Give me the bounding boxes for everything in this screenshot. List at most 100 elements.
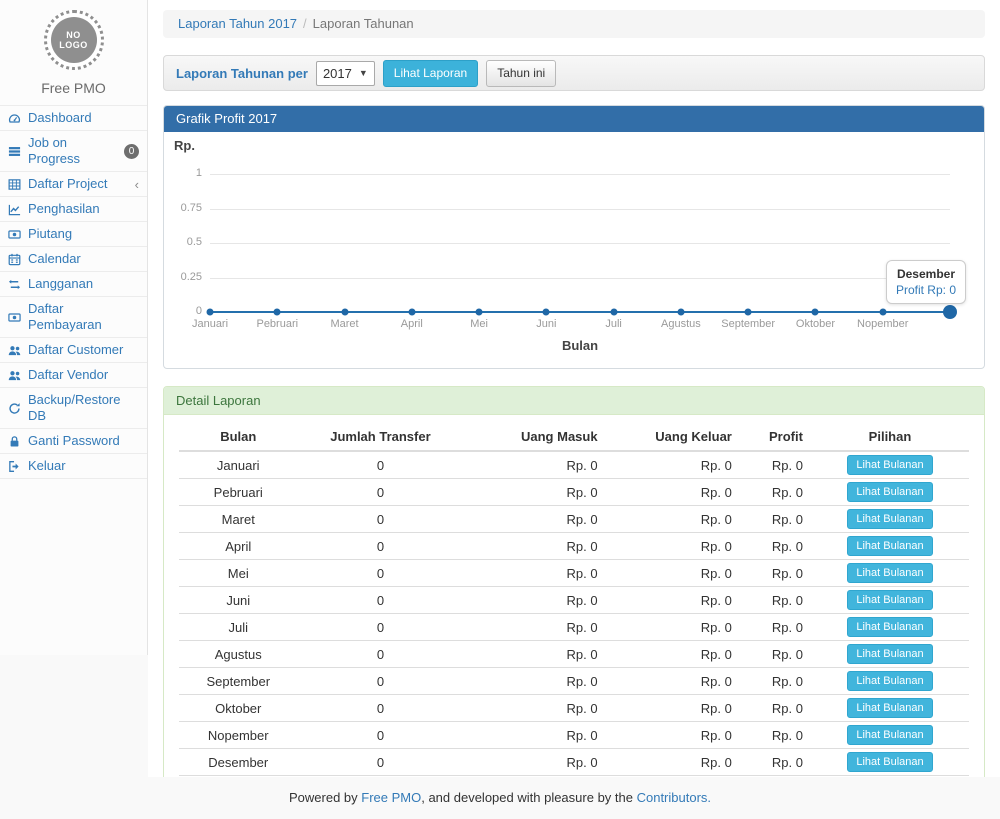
y-tick-label: 0.75 — [164, 202, 202, 214]
sidebar-item-ganti-password[interactable]: Ganti Password — [0, 428, 147, 453]
cell-pilihan: Lihat Bulanan — [811, 641, 969, 668]
data-point-september[interactable] — [745, 309, 752, 316]
year-filter-panel: Laporan Tahunan per 2017▼ Lihat Laporan … — [163, 55, 985, 91]
view-monthly-button[interactable]: Lihat Bulanan — [847, 590, 932, 610]
cell-bulan: September — [179, 668, 298, 695]
sidebar-item-label: Daftar Customer — [28, 342, 123, 358]
lock-icon — [8, 435, 22, 448]
filter-label: Laporan Tahunan per — [176, 66, 308, 81]
cell-uang-keluar: Rp. 0 — [606, 614, 740, 641]
tasks-icon — [8, 145, 22, 158]
data-point-pebruari[interactable] — [274, 309, 281, 316]
data-point-nopember[interactable] — [879, 309, 886, 316]
cell-uang-masuk: Rp. 0 — [463, 722, 605, 749]
view-monthly-button[interactable]: Lihat Bulanan — [847, 752, 932, 772]
view-monthly-button[interactable]: Lihat Bulanan — [847, 509, 932, 529]
table-icon — [8, 178, 22, 191]
cell-bulan: Januari — [179, 451, 298, 479]
view-monthly-button[interactable]: Lihat Bulanan — [847, 671, 932, 691]
sidebar-item-label: Job on Progress — [28, 135, 118, 167]
sidebar-item-calendar[interactable]: Calendar — [0, 246, 147, 271]
breadcrumb-link[interactable]: Laporan Tahun 2017 — [178, 16, 297, 31]
data-point-april[interactable] — [408, 309, 415, 316]
x-tick-label: Juli — [605, 318, 622, 330]
cell-bulan: Mei — [179, 560, 298, 587]
logo-block: NO LOGO Free PMO — [0, 0, 147, 96]
data-point-maret[interactable] — [341, 309, 348, 316]
x-tick-label: Agustus — [661, 318, 701, 330]
footer-contributors-link[interactable]: Contributors. — [637, 790, 711, 805]
profit-line-chart: Rp. Bulan Desember Profit Rp: 0 00.250.5… — [164, 132, 984, 368]
view-monthly-button[interactable]: Lihat Bulanan — [847, 644, 932, 664]
cell-uang-masuk: Rp. 0 — [463, 560, 605, 587]
column-header-uang-masuk: Uang Masuk — [463, 423, 605, 451]
gridline — [210, 209, 950, 210]
sidebar-item-label: Daftar Project — [28, 176, 107, 192]
cell-pilihan: Lihat Bulanan — [811, 451, 969, 479]
users-icon — [8, 369, 22, 382]
view-monthly-button[interactable]: Lihat Bulanan — [847, 563, 932, 583]
data-point-juni[interactable] — [543, 309, 550, 316]
footer-text-prefix: Powered by — [289, 790, 361, 805]
cell-bulan: Juni — [179, 587, 298, 614]
money-icon — [8, 228, 22, 241]
sidebar-item-langganan[interactable]: Langganan — [0, 271, 147, 296]
year-select-value: 2017 — [323, 66, 352, 81]
sidebar-item-label: Penghasilan — [28, 201, 100, 217]
chevron-down-icon: ▼ — [359, 68, 368, 78]
profit-chart-panel: Grafik Profit 2017 Rp. Bulan Desember Pr… — [163, 105, 985, 369]
breadcrumb-separator: / — [303, 16, 307, 31]
data-point-oktober[interactable] — [812, 309, 819, 316]
cell-uang-masuk: Rp. 0 — [463, 533, 605, 560]
x-tick-label: Pebruari — [256, 318, 298, 330]
data-point-desember[interactable] — [943, 305, 957, 319]
sidebar-item-piutang[interactable]: Piutang — [0, 221, 147, 246]
sidebar-item-label: Daftar Pembayaran — [28, 301, 139, 333]
cell-uang-masuk: Rp. 0 — [463, 614, 605, 641]
sidebar-item-daftar-vendor[interactable]: Daftar Vendor — [0, 362, 147, 387]
cell-bulan: Nopember — [179, 722, 298, 749]
data-point-mei[interactable] — [476, 309, 483, 316]
sidebar-item-daftar-customer[interactable]: Daftar Customer — [0, 337, 147, 362]
cell-jumlah-transfer: 0 — [298, 668, 464, 695]
sidebar-item-label: Daftar Vendor — [28, 367, 108, 383]
dashboard-icon — [8, 112, 22, 125]
year-select[interactable]: 2017 ▼ — [316, 61, 375, 86]
cell-pilihan: Lihat Bulanan — [811, 533, 969, 560]
cell-uang-masuk: Rp. 0 — [463, 641, 605, 668]
sidebar-item-penghasilan[interactable]: Penghasilan — [0, 196, 147, 221]
sign-out-icon — [8, 460, 22, 473]
cell-jumlah-transfer: 0 — [298, 641, 464, 668]
data-point-agustus[interactable] — [677, 309, 684, 316]
sidebar-item-keluar[interactable]: Keluar — [0, 453, 147, 479]
view-monthly-button[interactable]: Lihat Bulanan — [847, 482, 932, 502]
view-monthly-button[interactable]: Lihat Bulanan — [847, 455, 932, 475]
sidebar-item-daftar-project[interactable]: Daftar Project‹ — [0, 171, 147, 196]
sidebar-item-label: Backup/Restore DB — [28, 392, 139, 424]
breadcrumb: Laporan Tahun 2017/Laporan Tahunan — [163, 10, 985, 38]
view-monthly-button[interactable]: Lihat Bulanan — [847, 725, 932, 745]
view-monthly-button[interactable]: Lihat Bulanan — [847, 536, 932, 556]
sidebar-item-dashboard[interactable]: Dashboard — [0, 105, 147, 130]
footer-app-link[interactable]: Free PMO — [361, 790, 421, 805]
this-year-button[interactable]: Tahun ini — [486, 60, 556, 87]
sidebar-item-job-on-progress[interactable]: Job on Progress 0 — [0, 130, 147, 171]
cell-jumlah-transfer: 0 — [298, 560, 464, 587]
table-row: September0Rp. 0Rp. 0Rp. 0Lihat Bulanan — [179, 668, 969, 695]
sidebar-item-backup-restore-db[interactable]: Backup/Restore DB — [0, 387, 147, 428]
sidebar-item-daftar-pembayaran[interactable]: Daftar Pembayaran — [0, 296, 147, 337]
x-tick-label: Oktober — [796, 318, 835, 330]
cell-profit: Rp. 0 — [740, 641, 811, 668]
cell-profit: Rp. 0 — [740, 587, 811, 614]
x-tick-label: April — [401, 318, 423, 330]
view-monthly-button[interactable]: Lihat Bulanan — [847, 698, 932, 718]
count-badge: 0 — [124, 144, 139, 159]
cell-uang-masuk: Rp. 0 — [463, 695, 605, 722]
data-point-juli[interactable] — [610, 309, 617, 316]
calendar-icon — [8, 253, 22, 266]
exchange-icon — [8, 278, 22, 291]
data-point-januari[interactable] — [207, 309, 214, 316]
logo-text-line1: NO — [66, 30, 81, 40]
view-monthly-button[interactable]: Lihat Bulanan — [847, 617, 932, 637]
view-report-button[interactable]: Lihat Laporan — [383, 60, 478, 87]
